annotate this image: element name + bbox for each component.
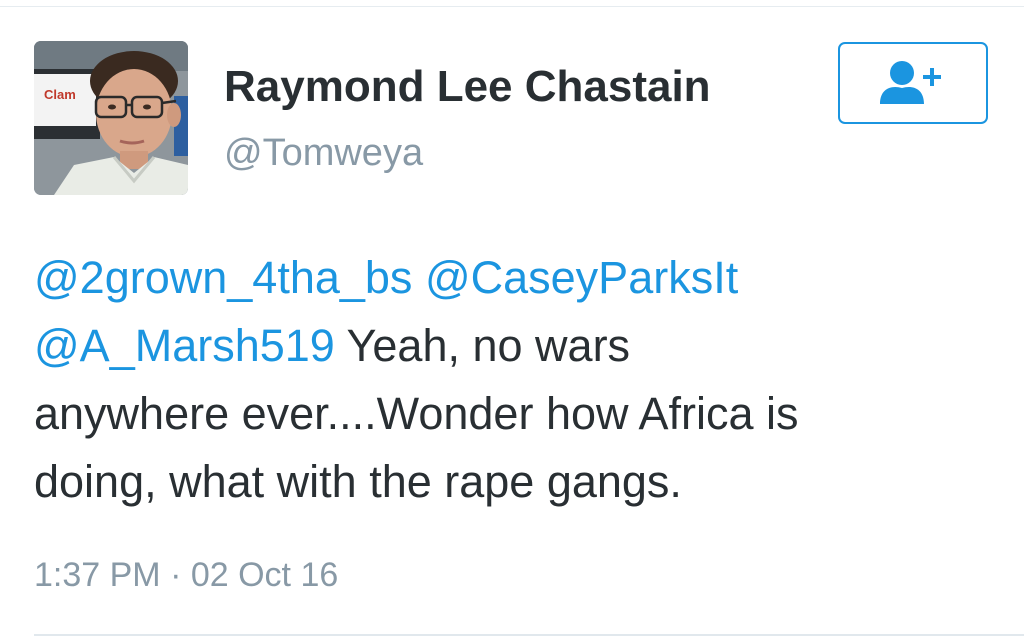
avatar-sign-text: Clam [44,87,76,102]
tweet-card: Clam Raymond Lee Chastain @Tomweya @2gro… [0,0,1024,642]
follow-user-plus-icon [880,61,941,104]
tweet-text-segment: Yeah, no wars [334,320,631,371]
tweet-timestamp[interactable]: 1:37 PM · 02 Oct 16 [34,556,338,595]
tweet-text: @2grown_4tha_bs @CaseyParksIt @A_Marsh51… [34,244,994,516]
author-display-name[interactable]: Raymond Lee Chastain [224,62,711,112]
tweet-line: @2grown_4tha_bs @CaseyParksIt [34,244,994,312]
author-screen-name[interactable]: @Tomweya [224,132,423,175]
mention-link[interactable]: @2grown_4tha_bs [34,252,412,303]
avatar[interactable]: Clam [34,41,188,195]
tweet-line: anywhere ever....Wonder how Africa is [34,380,994,448]
mention-link[interactable]: @CaseyParksIt [425,252,738,303]
tweet-line: @A_Marsh519 Yeah, no wars [34,312,994,380]
tweet-line: doing, what with the rape gangs. [34,448,994,516]
top-divider [0,6,1024,7]
tweet-text-segment: anywhere ever....Wonder how Africa is [34,388,799,439]
mention-link[interactable]: @A_Marsh519 [34,320,335,371]
tweet-text-segment: doing, what with the rape gangs. [34,456,682,507]
bottom-divider [34,634,1024,636]
follow-button[interactable] [838,42,988,124]
tweet-text-segment [412,252,425,303]
avatar-photo: Clam [34,41,188,195]
